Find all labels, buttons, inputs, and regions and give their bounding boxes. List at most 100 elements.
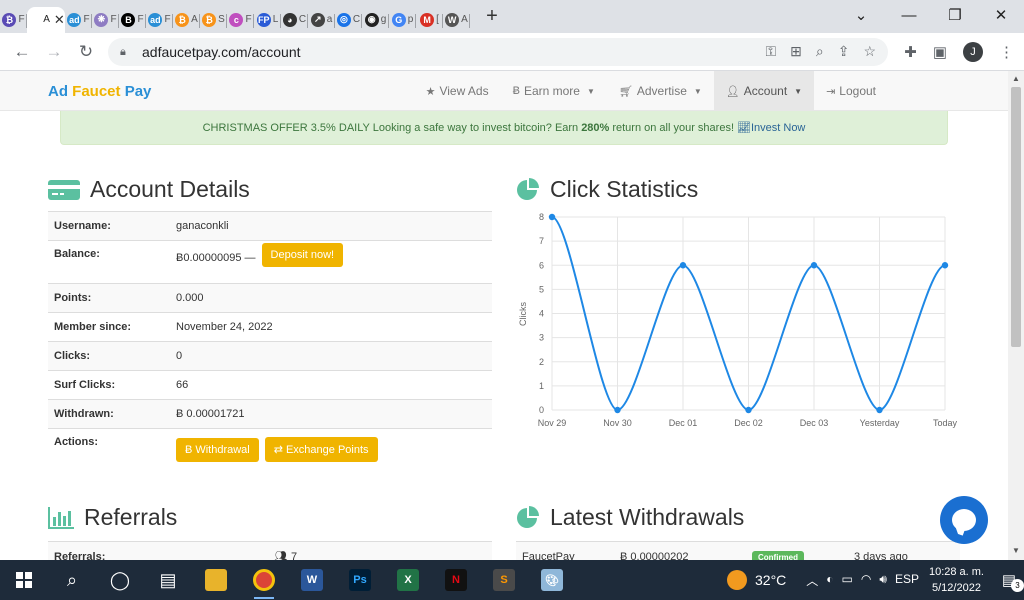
nav-view-ads-label: View Ads xyxy=(439,84,489,98)
url-text[interactable]: adfaucetpay.com/account xyxy=(142,44,301,60)
tab-search-icon[interactable]: ⌄ xyxy=(838,0,884,30)
y-tick-label: 6 xyxy=(539,260,544,270)
restore-button[interactable]: ❐ xyxy=(932,0,978,30)
extensions-icon[interactable]: ✚ xyxy=(904,43,917,61)
photoshop-icon[interactable]: Ps xyxy=(336,560,384,600)
back-icon[interactable]: ← xyxy=(6,42,38,62)
referrals-table-row: Referrals: 👥︎ 7 xyxy=(48,541,492,560)
cart-icon: 🛒︎ xyxy=(618,85,633,98)
nav-earn-more[interactable]: Ƀ Earn more ▼ xyxy=(501,71,607,111)
lock-icon[interactable]: 🔒︎ xyxy=(120,46,134,59)
sublime-text-icon[interactable]: S xyxy=(480,560,528,600)
translate-icon[interactable]: ⊞ xyxy=(790,43,802,60)
minimize-button[interactable]: — xyxy=(886,0,932,30)
weather-widget[interactable]: 32°C xyxy=(727,570,786,590)
profile-avatar[interactable]: J xyxy=(963,42,983,62)
browser-tab[interactable]: ◕ C xyxy=(281,7,308,33)
key-icon[interactable]: ⚿ xyxy=(765,43,776,60)
chevron-up-icon[interactable]: ︿ xyxy=(806,572,818,589)
browser-tab[interactable]: FP L xyxy=(254,7,281,33)
x-tick-label: Dec 03 xyxy=(800,418,829,428)
search-icon[interactable]: ⌕ xyxy=(48,560,96,600)
page-scrollbar[interactable]: ▲ ▼ xyxy=(1008,71,1024,560)
promo-text-2: return on all your shares! xyxy=(612,121,734,134)
y-tick-label: 1 xyxy=(539,381,544,391)
tab-title: A xyxy=(461,14,468,25)
windows-taskbar: ⌕ ◯ ▤ W Ps X N S 🎨︎ 32°C ︿ ◐ ▭ ◠ 🔊︎ ESP … xyxy=(0,560,1024,600)
paint-icon[interactable]: 🎨︎ xyxy=(528,560,576,600)
scrollbar-thumb[interactable] xyxy=(1011,87,1021,347)
new-tab-button[interactable]: + xyxy=(478,5,506,28)
nav-view-ads[interactable]: ★ View Ads xyxy=(414,71,501,111)
tab-title: a xyxy=(326,14,333,25)
meet-now-icon[interactable]: ◐ xyxy=(826,572,833,589)
scroll-up-icon[interactable]: ▲ xyxy=(1012,74,1020,83)
browser-tab[interactable]: ↗ a xyxy=(308,7,335,33)
withdrawn-value: Ƀ 0.00001721 xyxy=(176,408,245,420)
username-value: ganaconkli xyxy=(176,220,229,232)
file-explorer-icon[interactable] xyxy=(192,560,240,600)
excel-icon[interactable]: X xyxy=(384,560,432,600)
y-tick-label: 0 xyxy=(539,405,544,415)
menu-kebab-icon[interactable]: ⋮ xyxy=(999,43,1014,61)
deposit-now-button[interactable]: Deposit now! xyxy=(261,243,344,267)
battery-icon[interactable]: ▭ xyxy=(842,572,853,589)
star-icon: ★ xyxy=(425,85,436,98)
chat-widget-button[interactable] xyxy=(940,496,988,544)
bookmark-star-icon[interactable]: ☆ xyxy=(863,43,876,60)
browser-tab[interactable]: ad F xyxy=(65,7,92,33)
cortana-icon[interactable]: ◯ xyxy=(96,560,144,600)
browser-tab[interactable]: cF xyxy=(227,7,254,33)
y-tick-label: 7 xyxy=(539,236,544,246)
row-username: Username: ganaconkli xyxy=(48,211,492,240)
x-tick-label: Yesterday xyxy=(860,418,900,428)
browser-tab[interactable]: ❋ F xyxy=(92,7,119,33)
address-bar[interactable]: 🔒︎ adfaucetpay.com/account ⚿ ⊞ ⌕ ⇪ ☆ xyxy=(108,38,888,66)
exchange-points-button[interactable]: ⇄ Exchange Points xyxy=(264,437,378,462)
side-panel-icon[interactable]: ▣ xyxy=(933,43,947,61)
zoom-icon[interactable]: ⌕ xyxy=(816,43,824,60)
nav-advertise[interactable]: 🛒︎ Advertise ▼ xyxy=(607,71,714,111)
windows-start-icon[interactable] xyxy=(0,560,48,600)
x-tick-label: Nov 29 xyxy=(538,418,567,428)
notification-center-icon[interactable]: ▤ 3 xyxy=(994,566,1024,594)
reload-icon[interactable]: ↻ xyxy=(70,42,102,62)
browser-tab[interactable]: M[ xyxy=(416,7,443,33)
wifi-icon[interactable]: ◠ xyxy=(861,572,871,589)
forward-icon[interactable]: → xyxy=(38,42,70,62)
temperature-text: 32°C xyxy=(755,572,787,588)
chrome-icon[interactable] xyxy=(240,560,288,600)
sun-icon xyxy=(727,570,747,590)
language-indicator[interactable]: ESP xyxy=(895,572,919,589)
site-brand[interactable]: Ad Faucet Pay xyxy=(48,83,151,100)
bitcoin-icon: Ƀ xyxy=(512,85,520,97)
tab-title: F xyxy=(18,14,25,25)
logout-icon: ⇥ xyxy=(826,85,836,98)
scroll-down-icon[interactable]: ▼ xyxy=(1012,546,1020,555)
withdrawal-button[interactable]: Ƀ Withdrawal xyxy=(176,437,259,462)
browser-tab[interactable]: ₿ F xyxy=(0,7,27,33)
netflix-icon[interactable]: N xyxy=(432,560,480,600)
browser-tab[interactable]: ◎ C xyxy=(335,7,362,33)
browser-tab[interactable]: Gp xyxy=(389,7,416,33)
task-view-icon[interactable]: ▤ xyxy=(144,560,192,600)
click-statistics-chart: 0 1 2 3 4 5 6 7 8 Nov 29 Nov 30 Dec 01 Dec 02 Dec 03 Y… xyxy=(518,212,958,428)
browser-tab[interactable]: BF xyxy=(119,7,146,33)
invest-now-link[interactable]: 📈︎Invest Now xyxy=(737,121,805,134)
nav-logout[interactable]: ⇥ Logout xyxy=(814,71,888,111)
browser-tab[interactable]: ◉ g xyxy=(362,7,389,33)
data-point xyxy=(941,262,949,269)
share-icon[interactable]: ⇪ xyxy=(838,43,850,60)
browser-tab[interactable]: A ✕ xyxy=(27,6,65,33)
nav-account[interactable]: 👤︎ Account ▼ xyxy=(713,71,815,111)
browser-tab[interactable]: ₿ A xyxy=(173,7,200,33)
browser-tab[interactable]: ₿ S xyxy=(200,7,227,33)
pie-chart-icon xyxy=(517,177,539,200)
tab-close-icon[interactable]: ✕ xyxy=(54,12,65,28)
volume-icon[interactable]: 🔊︎ xyxy=(879,572,887,589)
browser-tab[interactable]: WA xyxy=(443,7,470,33)
close-window-button[interactable]: ✕ xyxy=(978,0,1024,30)
word-icon[interactable]: W xyxy=(288,560,336,600)
browser-tab[interactable]: ad F xyxy=(146,7,173,33)
clock[interactable]: 10:28 a. m. 5/12/2022 xyxy=(929,564,984,596)
